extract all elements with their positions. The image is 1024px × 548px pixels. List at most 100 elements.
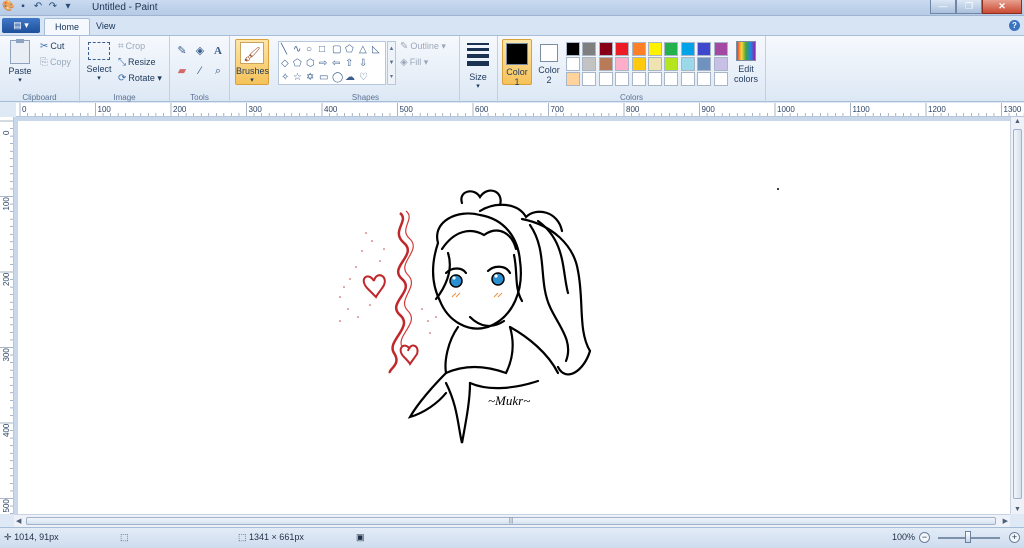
customize-qa-icon[interactable]: ▾ <box>62 1 74 13</box>
clipboard-icon <box>10 39 30 64</box>
diamond-shape-icon[interactable]: ◇ <box>281 58 289 69</box>
crop-button[interactable]: ⌗ Crop <box>118 41 145 52</box>
triangle-shape-icon[interactable]: △ <box>359 44 367 55</box>
zoom-slider-thumb[interactable] <box>965 531 971 543</box>
tab-home[interactable]: Home <box>44 18 91 35</box>
close-button[interactable]: ✕ <box>982 0 1022 14</box>
brushes-button[interactable]: 🖌 Brushes ▾ <box>235 39 269 85</box>
red-ribbon-stroke <box>388 212 410 374</box>
zoom-level: 100% <box>892 532 916 542</box>
shapes-gallery[interactable]: ╲ ∿ ○ □ ▢ ⬠ △ ◺ ◇ ⬠ ⬡ ⇨ ⇦ ⇧ ⇩ ✧ ☆ ✡ ▭ ◯ … <box>278 41 386 85</box>
colors-group: Colors <box>498 36 766 103</box>
eraser-icon[interactable]: ▰ <box>174 62 190 78</box>
brushes-label: Brushes <box>236 66 270 76</box>
vertical-scrollbar[interactable]: ▲ ▼ <box>1010 117 1024 514</box>
pentagon-shape-icon[interactable]: ⬠ <box>293 58 302 69</box>
paste-label: Paste <box>8 66 32 76</box>
ruler-label: 400 <box>2 423 11 437</box>
undo-icon[interactable]: ↶ <box>32 1 44 13</box>
maximize-button[interactable]: ❐ <box>956 0 982 14</box>
callout-oval-shape-icon[interactable]: ◯ <box>332 72 343 83</box>
paint-menu-button[interactable]: ▤ ▾ <box>2 18 40 33</box>
ruler-label: 1100 <box>853 105 871 114</box>
copy-button[interactable]: ⎘ Copy <box>40 57 71 68</box>
image-size-icon: ⬚ <box>238 532 247 542</box>
tab-view[interactable]: View <box>86 18 125 35</box>
status-bar: ✛ 1014, 91px ⬚ ⬚ 1341 × 661px ▣ 100% − + <box>0 527 1024 548</box>
crop-label: Crop <box>125 41 146 51</box>
save-icon[interactable]: ▪ <box>17 1 29 13</box>
rectangle-shape-icon[interactable]: □ <box>319 44 325 55</box>
curve-shape-icon[interactable]: ∿ <box>293 44 301 55</box>
select-rect-icon <box>88 42 110 60</box>
rounded-rect-shape-icon[interactable]: ▢ <box>332 44 341 55</box>
canvas-workarea: ~Mukr~ <box>14 117 1010 514</box>
resize-button[interactable]: ⤡ Resize <box>118 57 156 68</box>
scissors-icon: ✂ <box>40 41 49 52</box>
ruler-label: 1200 <box>928 105 946 114</box>
shapes-scroll[interactable]: ▲ ▼ ▾ <box>387 41 396 85</box>
outline-icon: ✎ <box>400 41 409 52</box>
text-tool-icon[interactable]: A <box>210 42 226 58</box>
left-eye-highlight <box>452 276 456 280</box>
vertical-scroll-thumb[interactable] <box>1013 129 1022 499</box>
zoom-out-button[interactable]: − <box>919 532 930 543</box>
shapes-group-label: Shapes <box>351 93 380 102</box>
help-icon[interactable]: ? <box>1009 20 1020 31</box>
right-eye-highlight <box>494 274 498 278</box>
size-button[interactable]: Size ▾ <box>462 40 494 90</box>
clipboard-group: Paste ▾ ✂ Cut ⎘ Copy Clipboard <box>0 36 80 103</box>
select-button[interactable]: Select ▾ <box>84 40 114 82</box>
title-bar: 🎨 ▪ ↶ ↷ ▾ Untitled - Paint — ❐ ✕ <box>0 0 1024 16</box>
scroll-down-arrow-icon[interactable]: ▼ <box>1014 506 1021 513</box>
scroll-left-arrow-icon[interactable]: ◀ <box>16 517 21 525</box>
drawing-canvas[interactable]: ~Mukr~ <box>18 121 1010 514</box>
right-triangle-shape-icon[interactable]: ◺ <box>372 44 380 55</box>
rotate-button[interactable]: ⟳ Rotate ▾ <box>118 73 162 84</box>
hexagon-shape-icon[interactable]: ⬡ <box>306 58 315 69</box>
polygon-shape-icon[interactable]: ⬠ <box>345 44 354 55</box>
cheek-blush <box>451 292 503 298</box>
heart-shape-icon[interactable]: ♡ <box>359 72 368 83</box>
fill-button[interactable]: ◈ Fill ▾ <box>400 57 428 68</box>
cut-button[interactable]: ✂ Cut <box>40 41 64 52</box>
scroll-right-arrow-icon[interactable]: ▶ <box>1003 517 1008 525</box>
tools-group-label: Tools <box>190 93 209 102</box>
up-arrow-shape-icon[interactable]: ⇧ <box>345 58 353 69</box>
line-shape-icon[interactable]: ╲ <box>281 44 287 55</box>
line-size-icon <box>467 43 489 66</box>
paste-button[interactable]: Paste ▾ <box>4 39 36 84</box>
ruler-label: 200 <box>173 105 187 114</box>
minimize-button[interactable]: — <box>930 0 956 14</box>
redo-icon[interactable]: ↷ <box>47 1 59 13</box>
window-title: Untitled - Paint <box>92 2 158 13</box>
five-point-star-shape-icon[interactable]: ☆ <box>293 72 302 83</box>
ruler-label: 300 <box>249 105 263 114</box>
heart-left <box>362 274 386 299</box>
cloud-callout-shape-icon[interactable]: ☁ <box>345 72 355 83</box>
color-picker-icon[interactable]: ⁄ <box>192 62 208 78</box>
rotate-label: Rotate <box>128 73 155 83</box>
outline-button[interactable]: ✎ Outline ▾ <box>400 41 446 52</box>
down-arrow-shape-icon[interactable]: ⇩ <box>359 58 367 69</box>
six-point-star-shape-icon[interactable]: ✡ <box>306 72 314 83</box>
pencil-icon[interactable]: ✎ <box>174 42 190 58</box>
right-arrow-shape-icon[interactable]: ⇨ <box>319 58 327 69</box>
callout-rect-shape-icon[interactable]: ▭ <box>319 72 328 83</box>
magnifier-icon[interactable]: ⌕ <box>210 62 226 78</box>
oval-shape-icon[interactable]: ○ <box>306 44 312 55</box>
resize-label: Resize <box>128 57 156 67</box>
crop-icon: ⌗ <box>118 41 124 52</box>
zoom-in-button[interactable]: + <box>1009 532 1020 543</box>
scroll-up-arrow-icon[interactable]: ▲ <box>1014 118 1021 125</box>
horizontal-scrollbar[interactable]: ◀ ||| ▶ <box>14 514 1010 527</box>
cursor-position: ✛ 1014, 91px <box>4 532 59 543</box>
horizontal-ruler: 0 100 200 300 400 500 600 700 800 900 1000 1100 1200… <box>16 103 1024 117</box>
ruler-label: 800 <box>626 105 640 114</box>
fill-bucket-icon[interactable]: ◈ <box>192 42 208 58</box>
four-point-star-shape-icon[interactable]: ✧ <box>281 72 289 83</box>
horizontal-scroll-thumb[interactable]: ||| <box>26 517 996 525</box>
left-arrow-shape-icon[interactable]: ⇦ <box>332 58 340 69</box>
ruler-label: 1000 <box>777 105 795 114</box>
crosshair-icon: ✛ <box>4 532 12 542</box>
